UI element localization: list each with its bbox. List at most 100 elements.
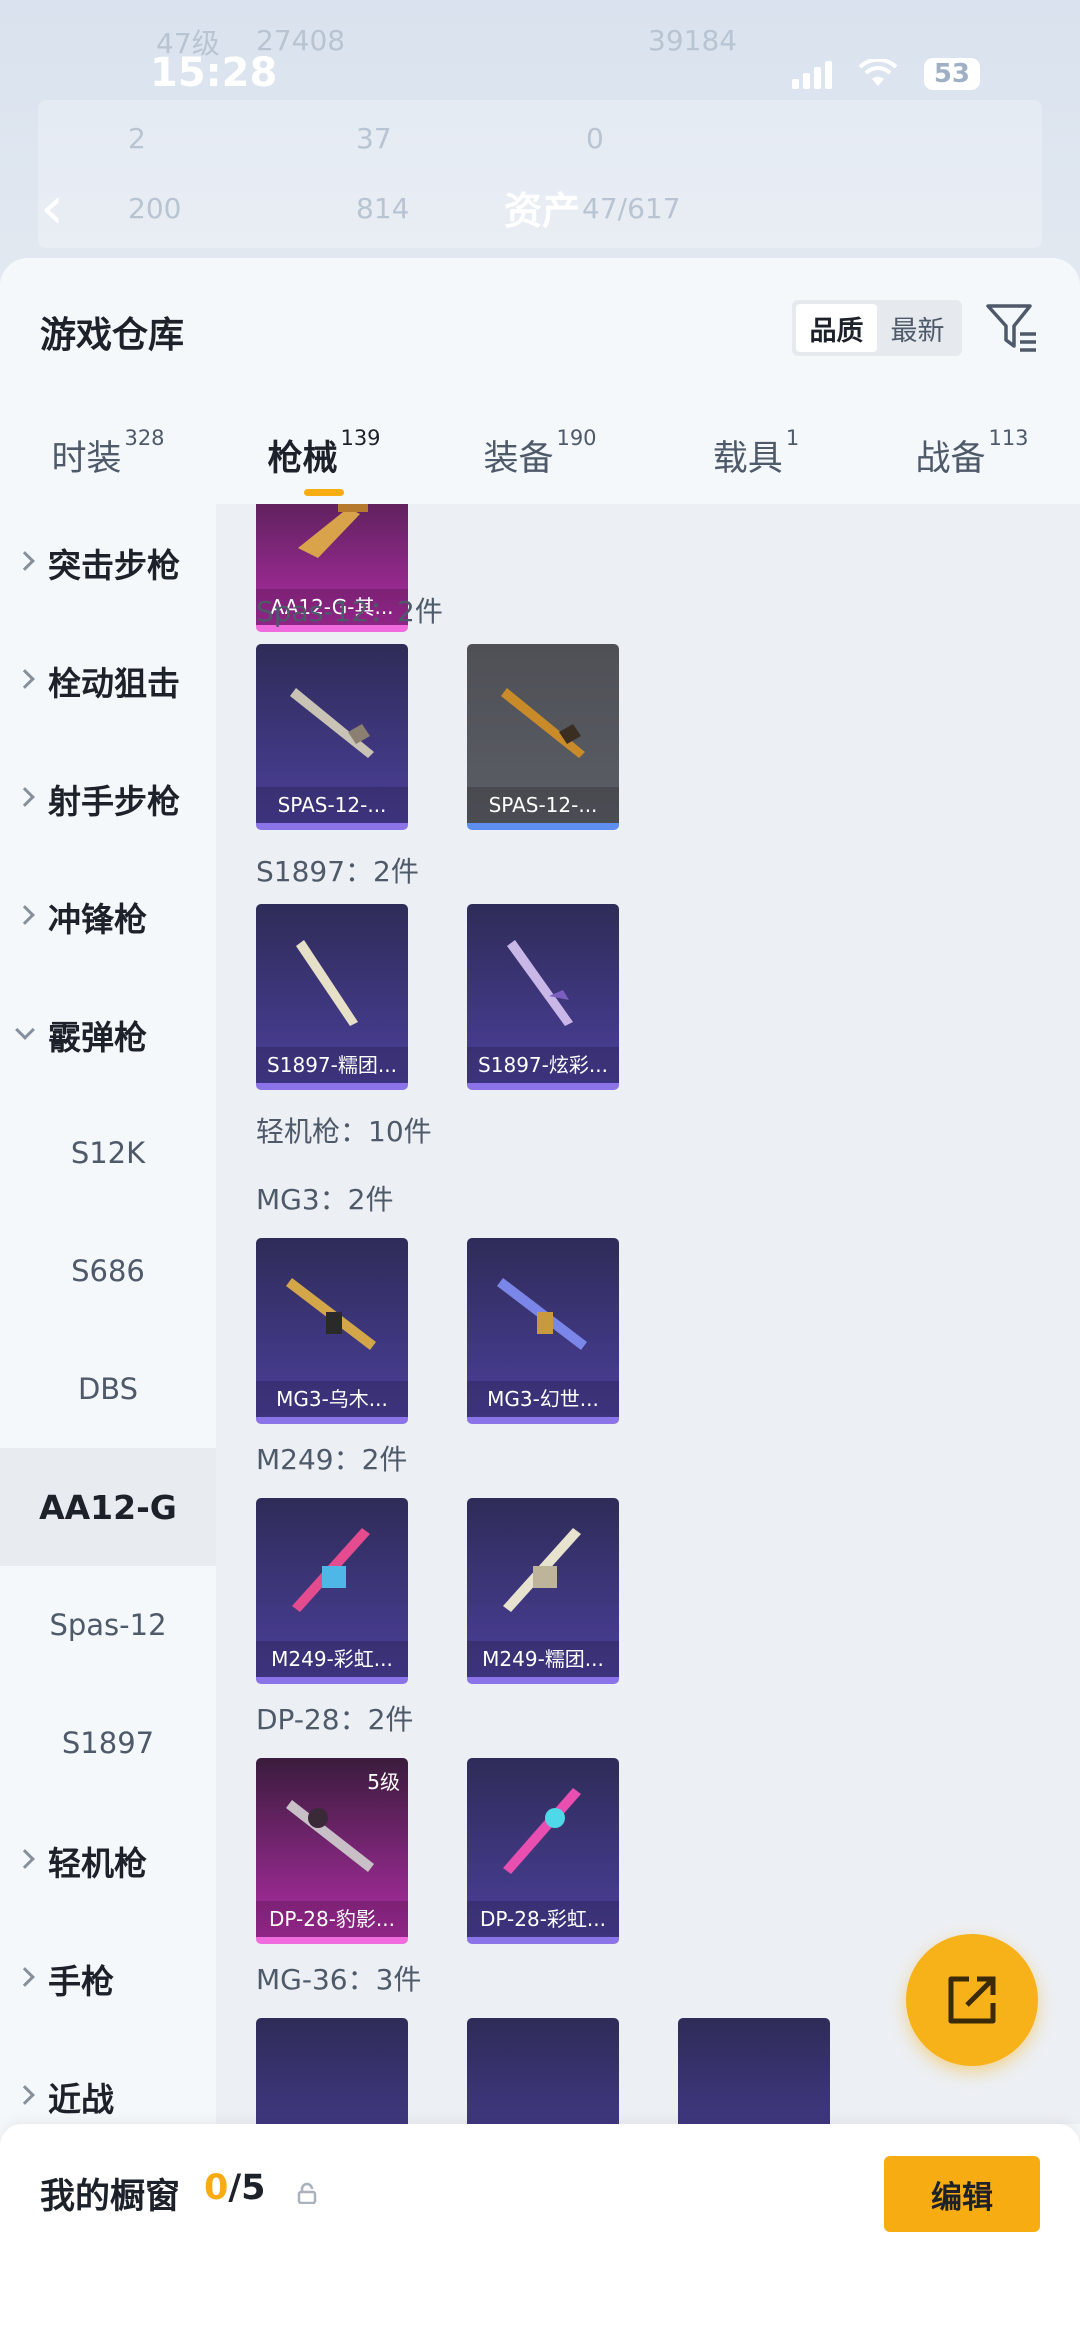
group-label: MG3：2件 — [256, 1183, 394, 1216]
signal-icon — [791, 59, 832, 89]
share-button[interactable] — [906, 1934, 1038, 2066]
tab-count: 113 — [988, 426, 1029, 450]
weapon-card-label: DP-28-豹影... — [256, 1901, 408, 1937]
status-time: 15:28 — [150, 50, 278, 96]
gun-icon — [507, 940, 573, 1026]
lock-icon — [297, 2182, 317, 2204]
sidebar-subitem-s686[interactable]: S686 — [0, 1212, 216, 1330]
group-label: DP-28：2件 — [256, 1703, 414, 1736]
weapon-grid: AA12-G-其... Spas-12：2件 SPAS-12-... SPAS-… — [216, 504, 1080, 2124]
tab-count: 190 — [556, 426, 597, 450]
category-tabs: 时装328 枪械139 装备190 载具1 战备113 — [0, 408, 1080, 504]
bg-assets-value: 47/617 — [582, 192, 681, 225]
sidebar-item-label: 射手步枪 — [48, 782, 180, 821]
category-sidebar: 突击步枪 栓动狙击 射手步枪 冲锋枪 霰弹枪 S12K S686 DBS AA1… — [0, 504, 216, 2124]
tab-count: 328 — [124, 426, 165, 450]
weapon-card-label: SPAS-12-... — [467, 787, 619, 823]
weapon-card-label: S1897-糯团... — [256, 1047, 408, 1083]
weapon-card[interactable]: S1897-糯团... — [256, 904, 408, 1090]
sort-quality-button[interactable]: 品质 — [796, 304, 877, 352]
tab-label: 载具 — [712, 439, 783, 479]
sidebar-item-lmg[interactable]: 轻机枪 — [0, 1802, 216, 1920]
weapon-card[interactable]: SPAS-12-... — [256, 644, 408, 830]
weapon-card[interactable]: DP-28-彩虹... — [467, 1758, 619, 1944]
group-label: MG-36：3件 — [256, 1963, 422, 1996]
gun-icon — [286, 1800, 374, 1872]
weapon-card[interactable] — [678, 2018, 830, 2124]
sidebar-item-label: 轻机枪 — [48, 1844, 147, 1883]
sidebar-item-label: 栓动狙击 — [48, 664, 180, 703]
chevron-right-icon — [15, 1967, 35, 1987]
sidebar-item-marksman-rifle[interactable]: 射手步枪 — [0, 740, 216, 858]
showcase-count: 0/5 — [204, 2168, 266, 2208]
sidebar-item-label: 霰弹枪 — [48, 1018, 147, 1057]
sidebar-item-pistol[interactable]: 手枪 — [0, 1920, 216, 2038]
bg-counter: 2 — [128, 122, 146, 155]
weapon-card[interactable] — [467, 2018, 619, 2124]
sidebar-item-label: 手枪 — [48, 1962, 114, 2001]
sidebar-item-smg[interactable]: 冲锋枪 — [0, 858, 216, 976]
weapon-card[interactable]: 5级 DP-28-豹影... — [256, 1758, 408, 1944]
bg-counter: 200 — [128, 192, 182, 225]
showcase-current: 0 — [204, 2168, 229, 2208]
gun-icon — [501, 688, 585, 758]
weapon-card[interactable]: SPAS-12-... — [467, 644, 619, 830]
chevron-right-icon — [15, 1849, 35, 1869]
sort-latest-button[interactable]: 最新 — [877, 304, 958, 352]
weapon-card[interactable]: M249-糯团... — [467, 1498, 619, 1684]
sidebar-item-label: 近战 — [48, 2080, 114, 2119]
gun-icon — [497, 1278, 587, 1350]
sidebar-subitem-s1897[interactable]: S1897 — [0, 1684, 216, 1802]
wifi-icon — [858, 59, 898, 86]
share-external-icon — [948, 1976, 996, 2024]
chevron-right-icon — [15, 551, 35, 571]
back-chevron-icon[interactable]: ‹ — [40, 178, 64, 238]
weapon-card-label: SPAS-12-... — [256, 787, 408, 823]
tab-equipment[interactable]: 装备190 — [432, 408, 648, 504]
gun-icon — [296, 940, 358, 1026]
page-title: 游戏仓库 — [40, 315, 185, 356]
sidebar-subitem-s12k[interactable]: S12K — [0, 1094, 216, 1212]
chevron-right-icon — [15, 905, 35, 925]
status-icons: 53 — [791, 58, 980, 90]
gun-icon — [503, 1528, 581, 1612]
chevron-right-icon — [15, 2085, 35, 2105]
group-label: S1897：2件 — [256, 855, 419, 888]
tab-supplies[interactable]: 战备113 — [864, 408, 1080, 504]
gun-icon — [292, 1528, 370, 1612]
sidebar-subitem-aa12g[interactable]: AA12-G — [0, 1448, 216, 1566]
gun-icon — [290, 688, 374, 758]
showcase-total: /5 — [228, 2168, 266, 2208]
sidebar-item-bolt-sniper[interactable]: 栓动狙击 — [0, 622, 216, 740]
tab-count: 1 — [785, 426, 800, 450]
showcase-bar: 我的橱窗 0/5 编辑 — [0, 2124, 1080, 2347]
bg-stat-b: 39184 — [648, 24, 738, 57]
sidebar-item-shotgun[interactable]: 霰弹枪 — [0, 976, 216, 1094]
sidebar-item-label: 突击步枪 — [48, 546, 180, 585]
bg-assets-label: 资产 — [504, 189, 581, 233]
tab-vehicles[interactable]: 载具1 — [648, 408, 864, 504]
tab-outfits[interactable]: 时装328 — [0, 408, 216, 504]
edit-button[interactable]: 编辑 — [884, 2156, 1040, 2232]
gun-icon — [286, 1278, 376, 1350]
gun-icon — [298, 504, 368, 558]
weapon-card[interactable]: MG3-乌木... — [256, 1238, 408, 1424]
tab-firearms[interactable]: 枪械139 — [216, 408, 432, 504]
weapon-card[interactable]: M249-彩虹... — [256, 1498, 408, 1684]
showcase-title: 我的橱窗 — [40, 2177, 181, 2217]
gun-icon — [503, 1788, 581, 1874]
tab-count: 139 — [340, 426, 381, 450]
weapon-card[interactable]: S1897-炫彩... — [467, 904, 619, 1090]
tab-label: 枪械 — [267, 439, 338, 479]
chevron-down-icon — [15, 1020, 35, 1040]
weapon-card-label: S1897-炫彩... — [467, 1047, 619, 1083]
weapon-card-label: M249-糯团... — [467, 1641, 619, 1677]
sidebar-subitem-dbs[interactable]: DBS — [0, 1330, 216, 1448]
sidebar-item-assault-rifle[interactable]: 突击步枪 — [0, 504, 216, 622]
sort-toggle: 品质 最新 — [792, 300, 962, 356]
weapon-card[interactable] — [256, 2018, 408, 2124]
filter-icon[interactable] — [984, 300, 1040, 356]
sidebar-subitem-spas12[interactable]: Spas-12 — [0, 1566, 216, 1684]
weapon-card-label: M249-彩虹... — [256, 1641, 408, 1677]
weapon-card[interactable]: MG3-幻世... — [467, 1238, 619, 1424]
